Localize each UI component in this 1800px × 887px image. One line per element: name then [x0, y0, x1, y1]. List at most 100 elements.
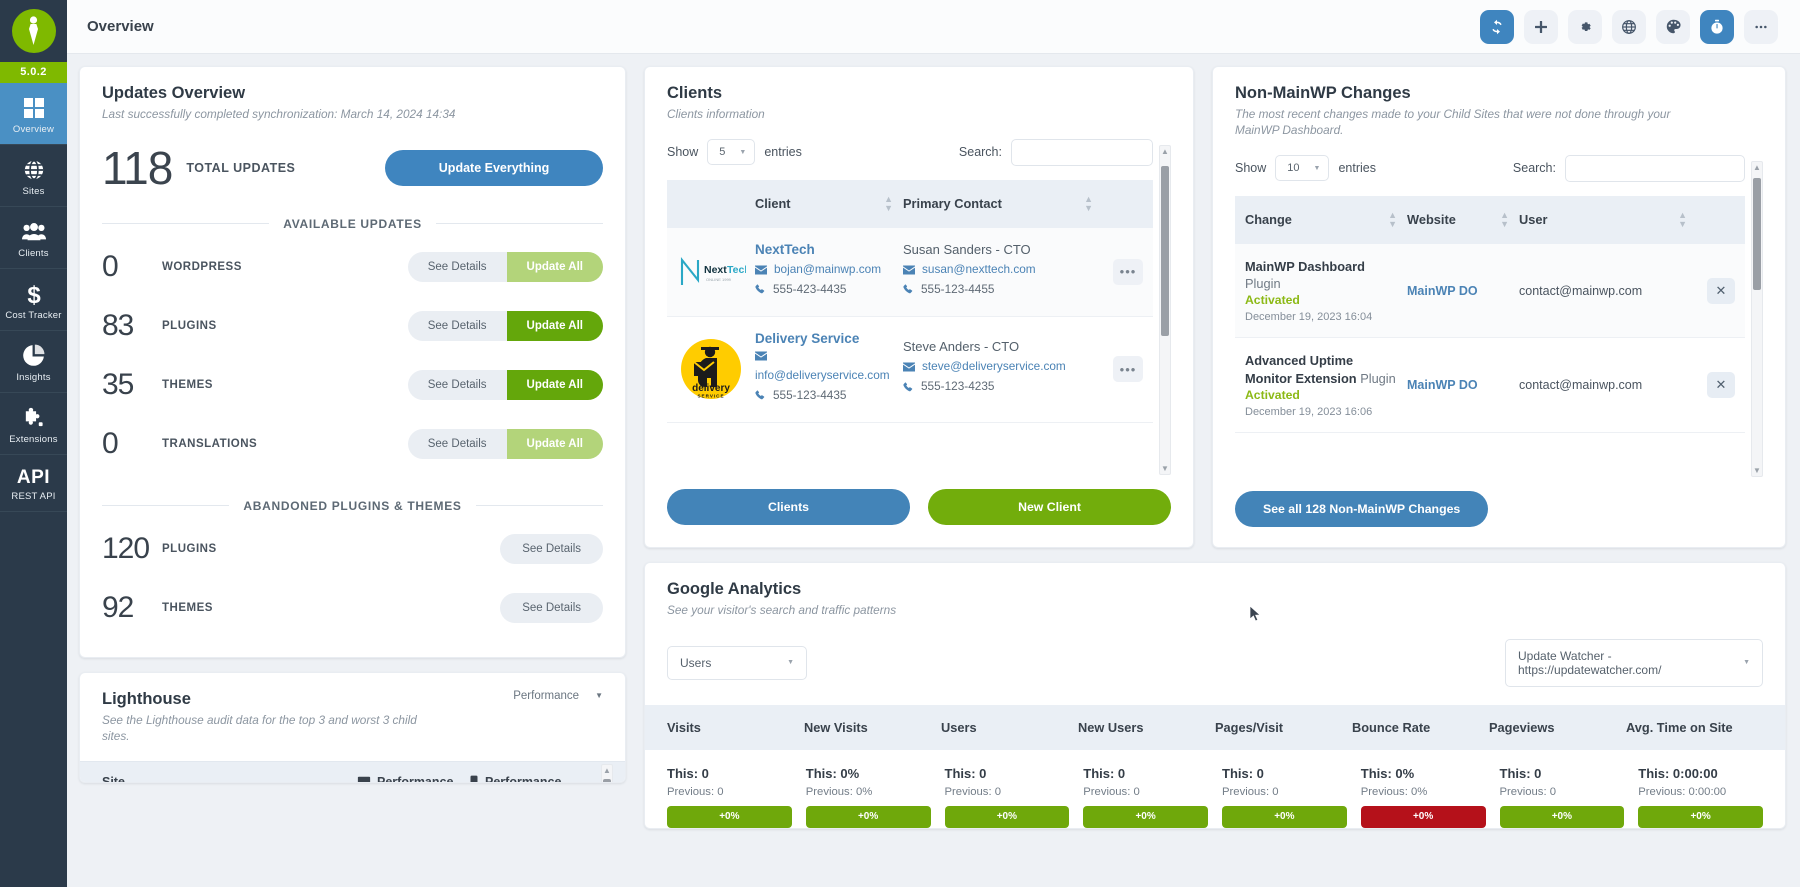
ga-previous-value: Previous: 0:00:00: [1638, 785, 1727, 798]
update-all-button[interactable]: Update All: [506, 310, 603, 341]
dismiss-button[interactable]: ✕: [1707, 372, 1735, 399]
mainwp-logo[interactable]: [0, 0, 67, 62]
changes-scrollbar[interactable]: ▲ ▼: [1751, 160, 1763, 477]
lighthouse-card: Lighthouse See the Lighthouse audit data…: [79, 671, 626, 783]
contact-email[interactable]: steve@deliveryservice.com: [922, 359, 1066, 375]
add-button[interactable]: [1524, 9, 1558, 44]
update-count: 83: [102, 308, 134, 342]
clients-title: Clients: [667, 84, 723, 102]
sort-icon[interactable]: ▲ ▼: [1678, 210, 1697, 229]
settings-button[interactable]: [1568, 9, 1602, 44]
lighthouse-scrollbar[interactable]: ▲: [601, 763, 613, 782]
client-info: NextTech bojan@mainwp.com 555-423-4435: [755, 242, 903, 302]
ga-metric-select[interactable]: Users ▼: [667, 645, 807, 680]
client-name[interactable]: NextTech: [755, 242, 903, 257]
changes-col-change[interactable]: Change ▲ ▼: [1245, 210, 1407, 229]
see-all-changes-button[interactable]: See all 128 Non-MainWP Changes: [1235, 490, 1489, 527]
update-all-button[interactable]: Update All: [506, 251, 603, 282]
total-updates-label: TOTAL UPDATES: [186, 160, 296, 175]
ga-metric-pageviews: This: 0 Previous: 0 +0%: [1499, 766, 1639, 828]
scroll-up-icon[interactable]: ▲: [1160, 147, 1170, 156]
contact-email[interactable]: susan@nexttech.com: [922, 262, 1036, 278]
client-email[interactable]: info@deliveryservice.com: [755, 368, 903, 384]
more-icon: [1755, 25, 1767, 28]
scroll-up-icon[interactable]: ▲: [1752, 163, 1762, 172]
phone-icon: [755, 390, 765, 400]
see-details-button[interactable]: See Details: [407, 428, 507, 459]
phone-icon: [903, 382, 913, 391]
sidebar-item-rest-api[interactable]: API REST API: [0, 455, 67, 512]
clients-search-wrap: Search:: [959, 138, 1153, 166]
sidebar-item-clients[interactable]: Clients: [0, 207, 67, 269]
scroll-thumb[interactable]: [1161, 165, 1169, 336]
see-details-button[interactable]: See Details: [500, 533, 603, 564]
see-details-button[interactable]: See Details: [407, 251, 507, 282]
non-mainwp-title: Non-MainWP Changes: [1235, 84, 1411, 102]
google-analytics-title: Google Analytics: [667, 579, 802, 598]
sidebar-item-insights[interactable]: Insights: [0, 331, 67, 393]
more-options-button[interactable]: [1744, 9, 1778, 44]
sites-globe-button[interactable]: [1612, 9, 1646, 44]
changes-col-user[interactable]: User ▲ ▼: [1519, 210, 1697, 229]
table-row[interactable]: MainWP Dashboard Plugin Activated Decemb…: [1235, 243, 1745, 339]
table-row[interactable]: Advanced Uptime Monitor Extension Plugin…: [1235, 338, 1745, 433]
ga-delta-badge: +0%: [944, 805, 1070, 828]
see-details-button[interactable]: See Details: [407, 310, 507, 341]
clients-page-size-select[interactable]: 5 ▼: [707, 139, 756, 166]
clients-search-input[interactable]: [1011, 138, 1153, 166]
scroll-down-icon[interactable]: ▼: [1160, 464, 1170, 473]
clients-button[interactable]: Clients: [667, 488, 910, 525]
sidebar-item-overview[interactable]: Overview: [0, 83, 67, 145]
performance-button[interactable]: [1700, 9, 1734, 44]
ga-previous-value: Previous: 0: [667, 785, 724, 798]
scroll-up-icon[interactable]: ▲: [602, 766, 612, 775]
sidebar-item-label: Overview: [12, 124, 55, 135]
gear-icon: [1581, 21, 1591, 31]
top-cards-row: Clients Clients information Show 5 ▼ ent…: [644, 66, 1786, 548]
sort-icon[interactable]: ▲ ▼: [884, 194, 903, 213]
changes-search-input[interactable]: [1565, 154, 1745, 182]
ga-site-select[interactable]: Update Watcher - https://updatewatcher.c…: [1505, 638, 1763, 687]
sidebar-item-extensions[interactable]: Extensions: [0, 393, 67, 455]
clients-col-contact[interactable]: Primary Contact ▲ ▼: [903, 194, 1103, 213]
google-analytics-card: Google Analytics See your visitor's sear…: [644, 561, 1786, 829]
clients-col-client[interactable]: Client ▲ ▼: [755, 194, 903, 213]
theme-button[interactable]: [1656, 9, 1690, 44]
table-row[interactable]: Next Tech ONLINE 1999 NextTech: [667, 227, 1153, 317]
non-mainwp-subtitle: The most recent changes made to your Chi…: [1235, 107, 1671, 137]
new-client-button[interactable]: New Client: [928, 488, 1171, 525]
lighthouse-metric-selector[interactable]: Performance ▼: [513, 690, 603, 702]
client-email[interactable]: bojan@mainwp.com: [774, 262, 881, 278]
ga-col-visits: Visits: [667, 719, 701, 735]
ga-delta-badge: +0%: [1222, 805, 1347, 828]
scroll-thumb[interactable]: [1753, 177, 1761, 290]
changes-page-size-select[interactable]: 10 ▼: [1275, 155, 1330, 182]
clients-scrollbar[interactable]: ▲ ▼: [1159, 144, 1171, 475]
changes-col-website[interactable]: Website ▲ ▼: [1407, 210, 1519, 229]
table-row[interactable]: delivery SERVICE Delivery Service info@d…: [667, 317, 1153, 423]
ga-metrics-table: Visits New Visits Users New Users Pages/…: [645, 704, 1785, 828]
dismiss-button[interactable]: ✕: [1707, 277, 1735, 304]
change-website[interactable]: MainWP DO: [1407, 378, 1519, 392]
update-all-button[interactable]: Update All: [506, 369, 603, 400]
update-everything-button[interactable]: Update Everything: [385, 149, 603, 186]
see-details-button[interactable]: See Details: [500, 592, 603, 623]
puzzle-icon: [2, 405, 65, 431]
sync-button[interactable]: [1480, 9, 1514, 44]
scroll-thumb[interactable]: [603, 778, 611, 782]
update-all-button[interactable]: Update All: [506, 428, 603, 459]
ga-previous-value: Previous: 0: [1499, 785, 1557, 798]
scroll-down-icon[interactable]: ▼: [1752, 466, 1762, 475]
client-name[interactable]: Delivery Service: [755, 331, 903, 346]
sort-icon[interactable]: ▲ ▼: [1500, 210, 1519, 229]
row-menu-button[interactable]: •••: [1113, 356, 1143, 383]
sort-icon[interactable]: ▲ ▼: [1084, 194, 1103, 213]
clients-footer-buttons: Clients New Client: [667, 475, 1171, 527]
sidebar-item-cost-tracker[interactable]: $ Cost Tracker: [0, 269, 67, 331]
sidebar-item-sites[interactable]: Sites: [0, 145, 67, 207]
change-website[interactable]: MainWP DO: [1407, 284, 1519, 298]
sort-icon[interactable]: ▲ ▼: [1388, 210, 1407, 229]
see-details-button[interactable]: See Details: [407, 369, 507, 400]
status-badge: Activated: [1245, 387, 1300, 402]
row-menu-button[interactable]: •••: [1113, 258, 1143, 285]
